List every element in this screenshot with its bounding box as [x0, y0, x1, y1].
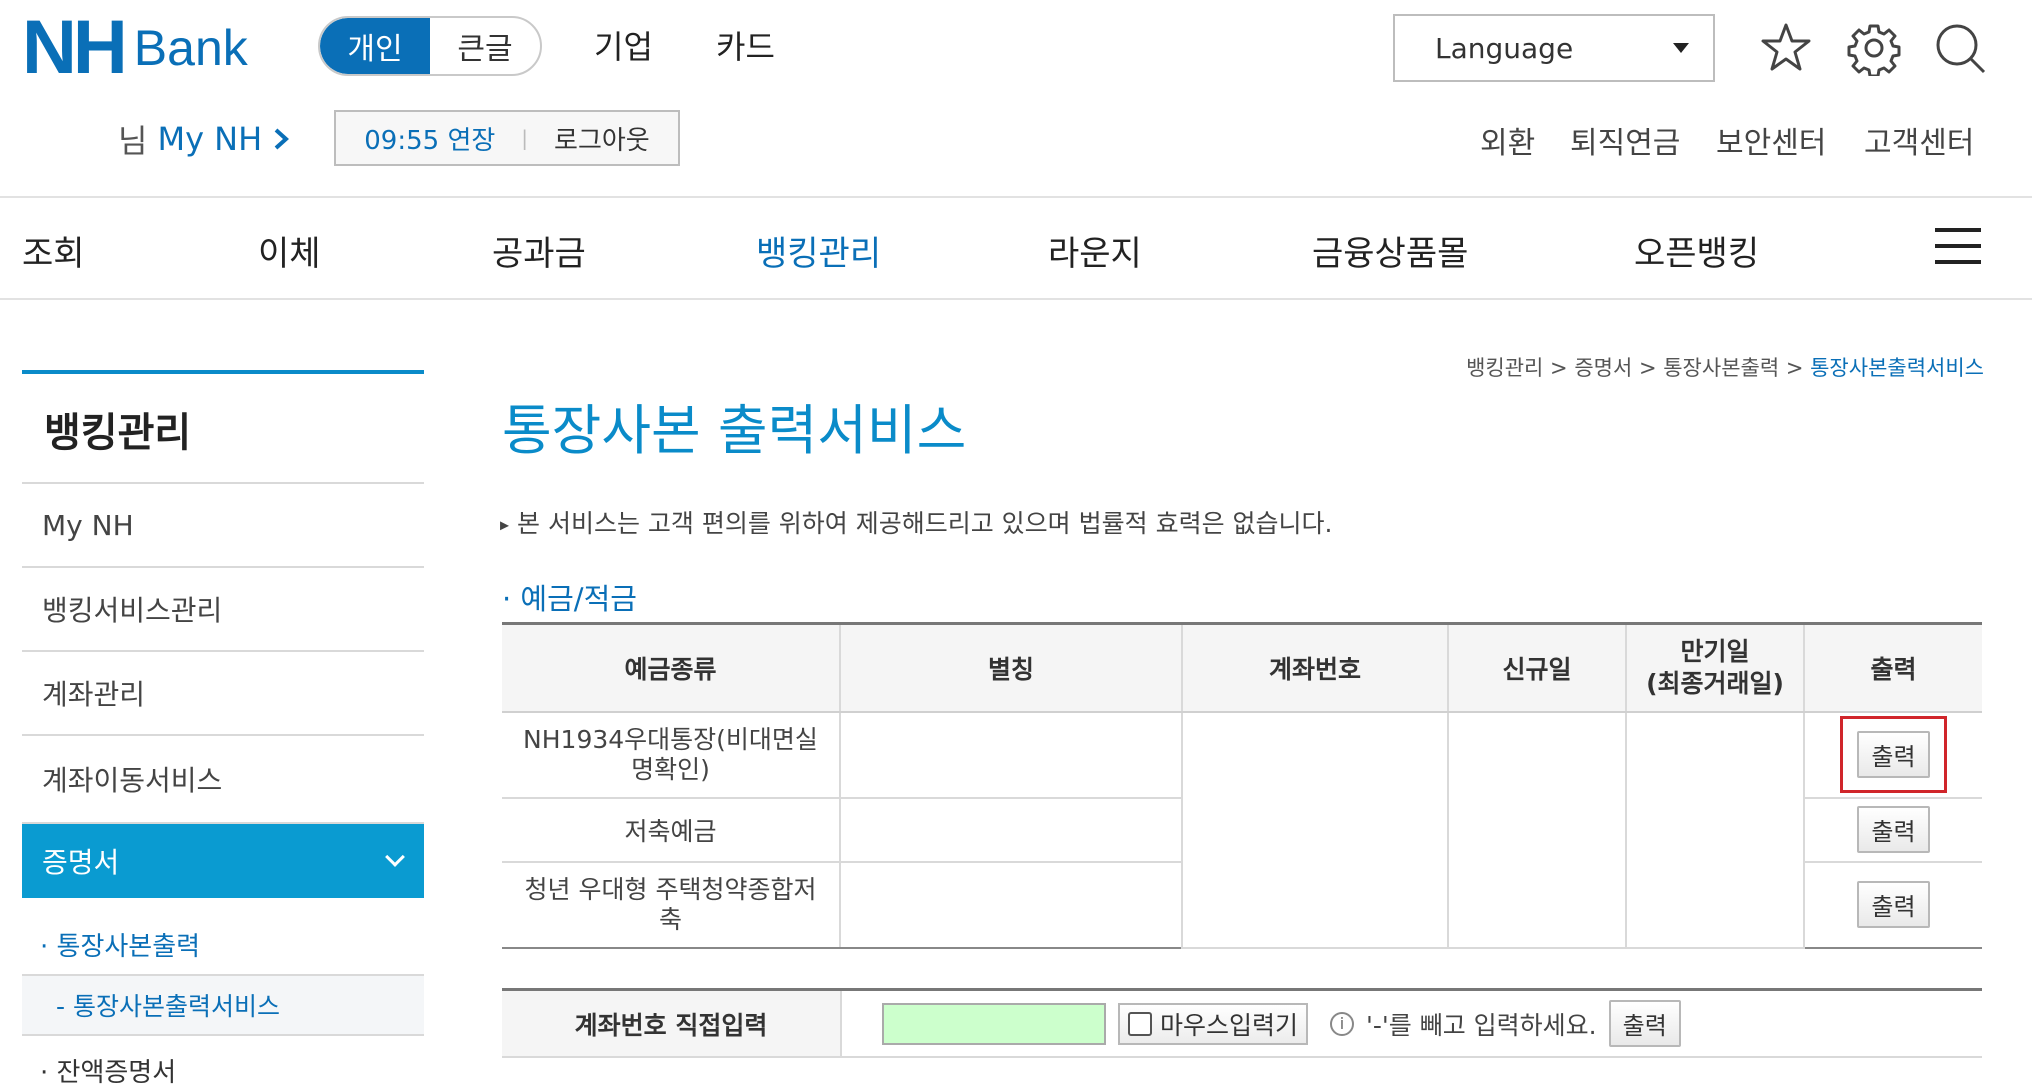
breadcrumb-separator: > [1543, 356, 1575, 380]
top-link-business[interactable]: 기업 [594, 22, 653, 68]
mouse-input-toggle[interactable]: 마우스입력기 [1118, 1002, 1309, 1045]
breadcrumb-separator: > [1632, 356, 1664, 380]
column-header: 예금종류 [502, 622, 840, 713]
sidebar-title: 뱅킹관리 [44, 410, 192, 456]
sidebar-item-certificate[interactable]: 증명서 [22, 824, 424, 898]
column-header: 만기일 (최종거래일) [1625, 622, 1804, 713]
cell-alias [839, 797, 1182, 863]
nh-bank-logo[interactable]: NH Bank [22, 5, 248, 90]
util-link-forex[interactable]: 외환 [1480, 118, 1535, 162]
gnb-utility-bills[interactable]: 공과금 [492, 226, 586, 275]
column-header: 출력 [1803, 622, 1982, 713]
logout-button[interactable]: 로그아웃 [554, 120, 650, 157]
cell-deposit-type: 청년 우대형 주택청약종합저축 [502, 861, 840, 949]
page-title: 통장사본 출력서비스 [502, 399, 967, 462]
session-box: 09:55 연장 | 로그아웃 [334, 110, 680, 166]
chevron-right-icon [274, 128, 290, 150]
print-button[interactable]: 출력 [1857, 731, 1930, 778]
menu-icon[interactable] [1935, 228, 1981, 268]
logo-nh: NH [22, 5, 128, 90]
sidebar-item-account-management[interactable]: 계좌관리 [22, 650, 424, 734]
sidebar-item-my-nh[interactable]: My NH [22, 482, 424, 566]
gnb-banking-management[interactable]: 뱅킹관리 [756, 226, 881, 275]
mouse-input-label: 마우스입력기 [1160, 1010, 1299, 1040]
gnb-divider [0, 298, 2032, 300]
chevron-down-icon [385, 847, 405, 867]
cell-account [1181, 711, 1448, 949]
print-button[interactable]: 출력 [1857, 881, 1930, 928]
user-suffix: 님 [118, 122, 148, 160]
direct-input-row: 계좌번호 직접입력 마우스입력기 i '-'를 빼고 입력하세요. 출력 [502, 988, 1982, 1058]
cell-print: 출력 [1803, 797, 1982, 863]
breadcrumb: 뱅킹관리 > 증명서 > 통장사본출력 > 통장사본출력서비스 [1466, 352, 1984, 382]
util-link-customer[interactable]: 고객센터 [1864, 118, 1974, 162]
section-title: · 예금/적금 [502, 582, 637, 616]
gnb-transfer[interactable]: 이체 [258, 226, 321, 275]
my-nh-label: My NH [157, 120, 263, 158]
sidebar-item-certificate-label: 증명서 [42, 846, 120, 879]
divider: | [521, 126, 529, 150]
gear-icon[interactable] [1846, 20, 1902, 78]
gnb-open-banking[interactable]: 오픈뱅킹 [1634, 226, 1759, 275]
mode-personal-button[interactable]: 개인 [320, 18, 430, 74]
bullet-arrow-icon: ▸ [500, 514, 510, 536]
highlight-box: 출력 [1840, 716, 1947, 793]
service-notice: ▸ 본 서비스는 고객 편의를 위하여 제공해드리고 있으며 법률적 효력은 없… [500, 504, 1332, 540]
search-icon[interactable] [1932, 20, 1988, 76]
account-table: 예금종류 별칭 계좌번호 신규일 만기일 (최종거래일) 출력 NH1934우대… [502, 622, 1982, 949]
input-hint: '-'를 빼고 입력하세요. [1366, 1010, 1597, 1040]
sidebar-sub-balance-certificate[interactable]: · 잔액증명서 [40, 1052, 176, 1087]
language-select[interactable]: Language [1393, 14, 1715, 82]
deposit-type-text: NH1934우대통장(비대면실명확인) [523, 724, 818, 784]
breadcrumb-item[interactable]: 뱅킹관리 [1466, 356, 1543, 380]
table-header-row: 예금종류 별칭 계좌번호 신규일 만기일 (최종거래일) 출력 [502, 622, 1982, 713]
sidebar-sub-passbook-copy[interactable]: · 통장사본출력 [40, 926, 200, 963]
breadcrumb-item[interactable]: 증명서 [1574, 356, 1632, 380]
cell-print: 출력 [1803, 861, 1982, 949]
breadcrumb-current: 통장사본출력서비스 [1810, 356, 1984, 380]
sidebar-sub-passbook-copy-service[interactable]: - 통장사본출력서비스 [22, 974, 424, 1036]
language-label: Language [1435, 31, 1574, 65]
chevron-down-icon [1673, 43, 1689, 53]
info-icon: i [1330, 1011, 1355, 1036]
deposit-type-text: 청년 우대형 주택청약종합저축 [524, 874, 817, 934]
table-row: NH1934우대통장(비대면실명확인) 출력 [502, 711, 1982, 949]
gnb-lounge[interactable]: 라운지 [1048, 226, 1142, 275]
mode-large-text-button[interactable]: 큰글 [430, 18, 540, 74]
column-header: 계좌번호 [1181, 622, 1448, 713]
cell-deposit-type: 저축예금 [502, 797, 840, 863]
account-number-input[interactable] [882, 1002, 1106, 1045]
cell-deposit-type: NH1934우대통장(비대면실명확인) [502, 711, 840, 799]
cell-print: 출력 [1803, 711, 1982, 799]
cell-open-date [1447, 711, 1626, 949]
header-divider [0, 196, 2032, 198]
column-header: 별칭 [839, 622, 1182, 713]
logo-bank: Bank [133, 20, 248, 76]
star-icon[interactable] [1758, 20, 1814, 76]
cell-due-date [1625, 711, 1804, 949]
sidebar-top-rule [22, 370, 424, 374]
cell-alias [839, 711, 1182, 799]
mode-toggle: 개인 큰글 [318, 16, 542, 76]
direct-input-label: 계좌번호 직접입력 [502, 991, 842, 1056]
top-link-card[interactable]: 카드 [716, 22, 775, 68]
notice-text: 본 서비스는 고객 편의를 위하여 제공해드리고 있으며 법률적 효력은 없습니… [517, 509, 1333, 538]
breadcrumb-separator: > [1779, 356, 1811, 380]
sidebar-item-account-transfer[interactable]: 계좌이동서비스 [22, 734, 424, 824]
direct-print-button[interactable]: 출력 [1608, 1000, 1681, 1047]
my-nh-link[interactable]: 님 My NH [118, 116, 290, 162]
util-link-pension[interactable]: 퇴직연금 [1570, 118, 1680, 162]
sidebar-item-service-management[interactable]: 뱅킹서비스관리 [22, 566, 424, 650]
gnb-product-mall[interactable]: 금융상품몰 [1312, 226, 1468, 275]
breadcrumb-item[interactable]: 통장사본출력 [1663, 356, 1779, 380]
gnb-inquiry[interactable]: 조회 [22, 226, 85, 275]
column-header: 신규일 [1447, 622, 1626, 713]
cell-alias [839, 861, 1182, 949]
print-button[interactable]: 출력 [1857, 806, 1930, 853]
mouse-input-checkbox[interactable] [1128, 1011, 1152, 1036]
session-extend-button[interactable]: 09:55 연장 [364, 120, 495, 157]
util-link-security[interactable]: 보안센터 [1716, 118, 1826, 162]
